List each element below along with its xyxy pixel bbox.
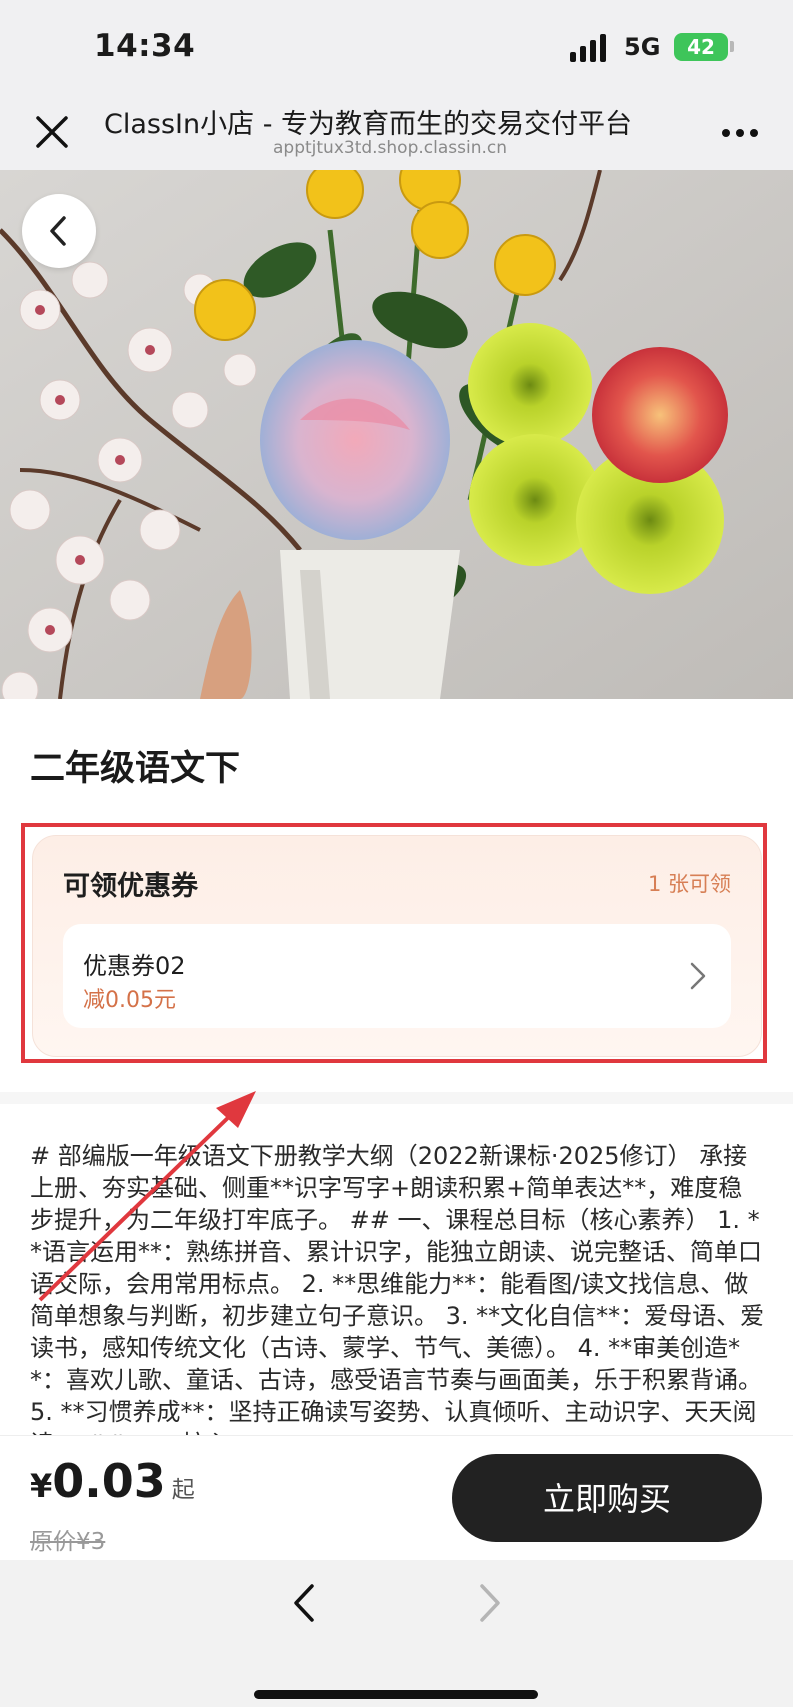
- network-label: 5G: [624, 33, 661, 61]
- chevron-left-icon[interactable]: [286, 1582, 322, 1624]
- home-indicator: [254, 1690, 538, 1699]
- chevron-right-icon[interactable]: [472, 1582, 508, 1624]
- purchase-bar: ¥0.03 起 原价¥3 立即购买: [0, 1436, 793, 1560]
- original-price: 原价¥3: [30, 1529, 106, 1555]
- close-icon[interactable]: [30, 110, 74, 154]
- chevron-left-icon: [50, 216, 66, 246]
- price-currency: ¥: [30, 1467, 53, 1505]
- product-description: # 部编版一年级语文下册教学大纲（2022新课标·2025修订） 承接上册、夯实…: [30, 1142, 765, 1436]
- back-button[interactable]: [22, 194, 96, 268]
- price-value: 0.03: [52, 1454, 166, 1508]
- more-icon[interactable]: [718, 118, 762, 148]
- browser-bottom-nav: [0, 1560, 793, 1707]
- flower-photo: [0, 170, 793, 699]
- browser-nav-bar: ClassIn小店 - 专为教育而生的交易交付平台 apptjtux3td.sh…: [0, 96, 793, 170]
- buy-now-button[interactable]: 立即购买: [452, 1454, 762, 1542]
- battery-cap: [730, 41, 734, 52]
- price-suffix: 起: [171, 1477, 195, 1503]
- page-url: apptjtux3td.shop.classin.cn: [272, 138, 507, 158]
- status-bar: 14:34 5G 42: [0, 0, 793, 96]
- section-divider: [0, 1092, 793, 1104]
- battery-icon: 42: [674, 33, 728, 61]
- signal-icon: [570, 34, 606, 62]
- price: ¥0.03 起: [30, 1454, 195, 1508]
- highlight-box: [21, 823, 767, 1063]
- page-title: ClassIn小店 - 专为教育而生的交易交付平台: [104, 109, 633, 140]
- product-title: 二年级语文下: [30, 749, 241, 789]
- product-image: [0, 170, 793, 699]
- status-time: 14:34: [94, 28, 196, 64]
